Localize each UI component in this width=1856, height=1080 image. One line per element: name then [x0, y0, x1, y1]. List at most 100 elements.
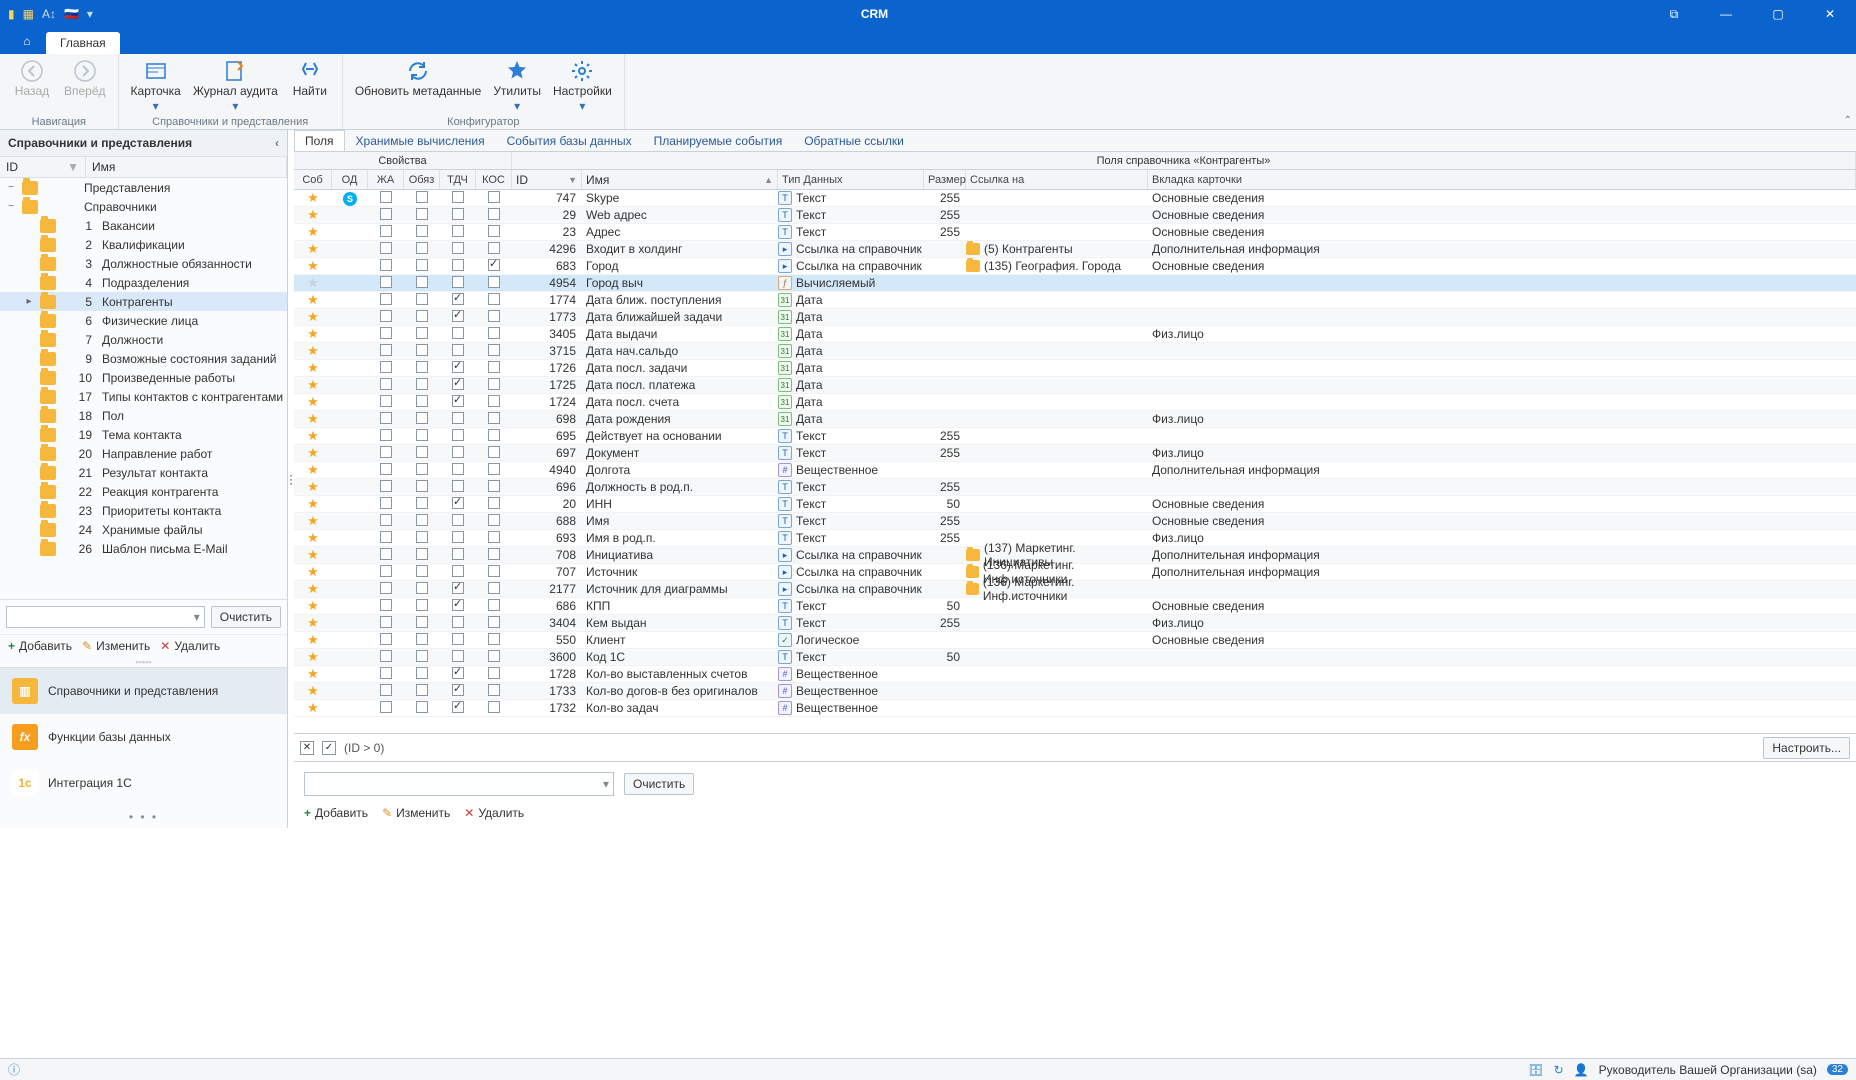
- font-icon[interactable]: A↕: [42, 7, 56, 21]
- bottom-combo[interactable]: ▾: [304, 772, 614, 796]
- checkbox[interactable]: [488, 242, 500, 254]
- table-row[interactable]: ★696Должность в род.п.TТекст255: [294, 479, 1856, 496]
- sort-asc-icon[interactable]: ▲: [764, 175, 773, 185]
- table-row[interactable]: ★1725Дата посл. платежа31Дата: [294, 377, 1856, 394]
- checkbox[interactable]: [380, 548, 392, 560]
- col-size[interactable]: Размер: [924, 170, 966, 189]
- checkbox[interactable]: [416, 208, 428, 220]
- col-link[interactable]: Ссылка на: [966, 170, 1148, 189]
- checkbox[interactable]: [452, 701, 464, 713]
- checkbox[interactable]: [452, 259, 464, 271]
- checkbox[interactable]: [416, 616, 428, 628]
- checkbox[interactable]: [488, 378, 500, 390]
- checkbox[interactable]: [380, 293, 392, 305]
- checkbox[interactable]: [488, 446, 500, 458]
- checkbox[interactable]: [380, 446, 392, 458]
- checkbox[interactable]: [488, 582, 500, 594]
- grid-body[interactable]: ★S747SkypeTТекст255Основные сведения★29W…: [294, 190, 1856, 734]
- checkbox[interactable]: [488, 259, 500, 271]
- tab-main[interactable]: Главная: [46, 32, 120, 54]
- checkbox[interactable]: [380, 667, 392, 679]
- flag-icon[interactable]: 🇷🇺: [64, 7, 79, 21]
- checkbox[interactable]: [380, 531, 392, 543]
- bottom-delete-button[interactable]: Удалить: [464, 806, 524, 820]
- star-icon[interactable]: ★: [307, 445, 319, 460]
- star-icon[interactable]: ★: [307, 547, 319, 562]
- table-row[interactable]: ★3404Кем выданTТекст255Физ.лицо: [294, 615, 1856, 632]
- tree-node[interactable]: 26Шаблон письма E-Mail: [0, 539, 287, 558]
- checkbox[interactable]: [416, 633, 428, 645]
- checkbox[interactable]: [488, 191, 500, 203]
- col-tab[interactable]: Вкладка карточки: [1148, 170, 1856, 189]
- checkbox[interactable]: [380, 565, 392, 577]
- tree-node[interactable]: 18Пол: [0, 406, 287, 425]
- checkbox[interactable]: [416, 684, 428, 696]
- star-icon[interactable]: ★: [307, 649, 319, 664]
- checkbox[interactable]: [488, 565, 500, 577]
- tree-node[interactable]: 4Подразделения: [0, 273, 287, 292]
- content-tab[interactable]: Планируемые события: [643, 130, 794, 151]
- tree-node[interactable]: 19Тема контакта: [0, 425, 287, 444]
- card-button[interactable]: Карточка▾: [127, 57, 185, 115]
- checkbox[interactable]: [416, 276, 428, 288]
- find-button[interactable]: Найти: [286, 57, 334, 115]
- refresh-icon[interactable]: ↻: [1554, 1063, 1564, 1077]
- star-icon[interactable]: ★: [307, 292, 319, 307]
- checkbox[interactable]: [452, 531, 464, 543]
- content-tab[interactable]: Обратные ссылки: [793, 130, 915, 151]
- checkbox[interactable]: [380, 276, 392, 288]
- audit-button[interactable]: Журнал аудита▾: [189, 57, 282, 115]
- tree-node[interactable]: 17Типы контактов с контрагентами: [0, 387, 287, 406]
- checkbox[interactable]: [380, 497, 392, 509]
- tree-node[interactable]: −Справочники: [0, 197, 287, 216]
- checkbox[interactable]: [416, 667, 428, 679]
- checkbox[interactable]: [416, 446, 428, 458]
- col-tdc[interactable]: ТДЧ: [440, 170, 476, 189]
- table-row[interactable]: ★697ДокументTТекст255Физ.лицо: [294, 445, 1856, 462]
- filter-icon[interactable]: ▼: [67, 160, 79, 174]
- checkbox[interactable]: [452, 582, 464, 594]
- checkbox[interactable]: [488, 616, 500, 628]
- sidebar-add-button[interactable]: Добавить: [8, 639, 72, 653]
- star-icon[interactable]: ★: [307, 632, 319, 647]
- star-icon[interactable]: ★: [307, 207, 319, 222]
- checkbox[interactable]: [380, 361, 392, 373]
- checkbox[interactable]: [452, 276, 464, 288]
- checkbox[interactable]: [416, 480, 428, 492]
- navpane-functions[interactable]: fxФункции базы данных: [0, 714, 287, 760]
- table-row[interactable]: ★2177Источник для диаграммы▸Ссылка на сп…: [294, 581, 1856, 598]
- table-row[interactable]: ★1726Дата посл. задачи31Дата: [294, 360, 1856, 377]
- star-icon[interactable]: ★: [307, 326, 319, 341]
- checkbox[interactable]: [452, 208, 464, 220]
- table-row[interactable]: ★3405Дата выдачи31ДатаФиз.лицо: [294, 326, 1856, 343]
- checkbox[interactable]: [416, 429, 428, 441]
- sidebar-filter-combo[interactable]: ▾: [6, 606, 205, 628]
- checkbox[interactable]: [452, 344, 464, 356]
- db-icon[interactable]: 🗄: [1528, 1063, 1543, 1077]
- table-row[interactable]: ★1724Дата посл. счета31Дата: [294, 394, 1856, 411]
- checkbox[interactable]: [452, 565, 464, 577]
- star-icon[interactable]: ★: [307, 411, 319, 426]
- checkbox[interactable]: [416, 599, 428, 611]
- tree-node[interactable]: 3Должностные обязанности: [0, 254, 287, 273]
- tree-node[interactable]: 1Вакансии: [0, 216, 287, 235]
- checkbox[interactable]: [380, 378, 392, 390]
- bottom-clear-button[interactable]: Очистить: [624, 773, 694, 795]
- checkbox[interactable]: [416, 412, 428, 424]
- sidebar-more-icon[interactable]: • • •: [0, 806, 287, 828]
- info-icon[interactable]: ⓘ: [8, 1061, 20, 1078]
- checkbox[interactable]: [452, 378, 464, 390]
- checkbox[interactable]: [488, 684, 500, 696]
- table-row[interactable]: ★29Web адресTТекст255Основные сведения: [294, 207, 1856, 224]
- refresh-meta-button[interactable]: Обновить метаданные: [351, 57, 485, 115]
- checkbox[interactable]: [488, 293, 500, 305]
- tree-node[interactable]: 6Физические лица: [0, 311, 287, 330]
- col-sob[interactable]: Соб: [294, 170, 332, 189]
- checkbox[interactable]: [416, 514, 428, 526]
- checkbox[interactable]: [452, 650, 464, 662]
- filter-icon[interactable]: ▼: [568, 175, 577, 185]
- star-icon[interactable]: ★: [307, 479, 319, 494]
- star-icon[interactable]: ★: [307, 275, 319, 290]
- checkbox[interactable]: [488, 650, 500, 662]
- drag-handle-icon[interactable]: ▪▪▪▪▪: [0, 657, 287, 667]
